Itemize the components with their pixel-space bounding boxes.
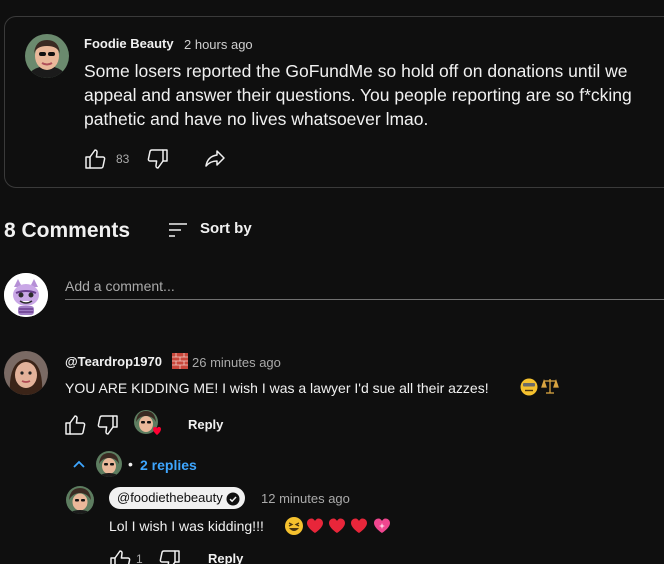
reply-author-chip[interactable]: @foodiethebeauty	[109, 487, 245, 509]
reply-button[interactable]: Reply	[208, 551, 243, 564]
reply-author-avatar[interactable]	[66, 486, 94, 514]
thumbs-up-icon[interactable]	[108, 548, 132, 564]
grinning-squinting-face-emoji	[285, 517, 303, 535]
creator-reply-avatar	[96, 451, 122, 477]
comments-count-heading: 8 Comments	[4, 219, 131, 242]
post-timestamp[interactable]: 2 hours ago	[184, 37, 253, 52]
red-heart-emoji	[329, 518, 345, 533]
red-heart-emoji	[307, 518, 323, 533]
comment-author-name[interactable]: @Teardrop1970	[65, 354, 162, 369]
chevron-up-icon	[72, 457, 86, 471]
thumbs-down-icon[interactable]	[146, 147, 170, 171]
sort-icon[interactable]	[166, 218, 190, 242]
share-icon[interactable]	[203, 147, 227, 171]
red-heart-emoji	[351, 518, 367, 533]
sort-by-button[interactable]: Sort by	[200, 220, 252, 237]
comment-text: YOU ARE KIDDING ME! I wish I was a lawye…	[65, 380, 489, 396]
community-post-card: Foodie Beauty 2 hours ago Some losers re…	[4, 16, 664, 188]
creator-heart-icon[interactable]	[133, 409, 163, 439]
post-author-name[interactable]: Foodie Beauty	[84, 36, 174, 51]
add-comment-input[interactable]	[65, 276, 664, 300]
reply-text: Lol I wish I was kidding!!!	[109, 518, 264, 534]
verified-check-icon	[226, 491, 240, 506]
comment-timestamp[interactable]: 26 minutes ago	[192, 355, 281, 370]
separator-dot: •	[128, 456, 133, 472]
post-text: Some losers reported the GoFundMe so hol…	[84, 61, 632, 129]
reply-button[interactable]: Reply	[188, 417, 223, 432]
post-author-avatar[interactable]	[25, 34, 69, 78]
current-user-avatar	[4, 273, 48, 317]
thumbs-up-icon[interactable]	[63, 413, 87, 437]
post-like-count: 83	[116, 152, 130, 166]
sparkling-heart-emoji	[374, 518, 390, 533]
reply-author-name: @foodiethebeauty	[117, 490, 223, 505]
reply-timestamp[interactable]: 12 minutes ago	[261, 491, 350, 506]
replies-count-label[interactable]: 2 replies	[140, 457, 197, 473]
balance-scale-emoji	[541, 377, 559, 395]
thumbs-down-icon[interactable]	[96, 413, 120, 437]
reply-like-count: 1	[136, 552, 143, 564]
thumbs-up-icon[interactable]	[83, 147, 107, 171]
thumbs-down-icon[interactable]	[158, 548, 182, 564]
comment-author-avatar[interactable]	[4, 351, 48, 395]
dizzy-face-emoji	[520, 378, 538, 396]
brick-wall-emoji	[172, 353, 188, 369]
